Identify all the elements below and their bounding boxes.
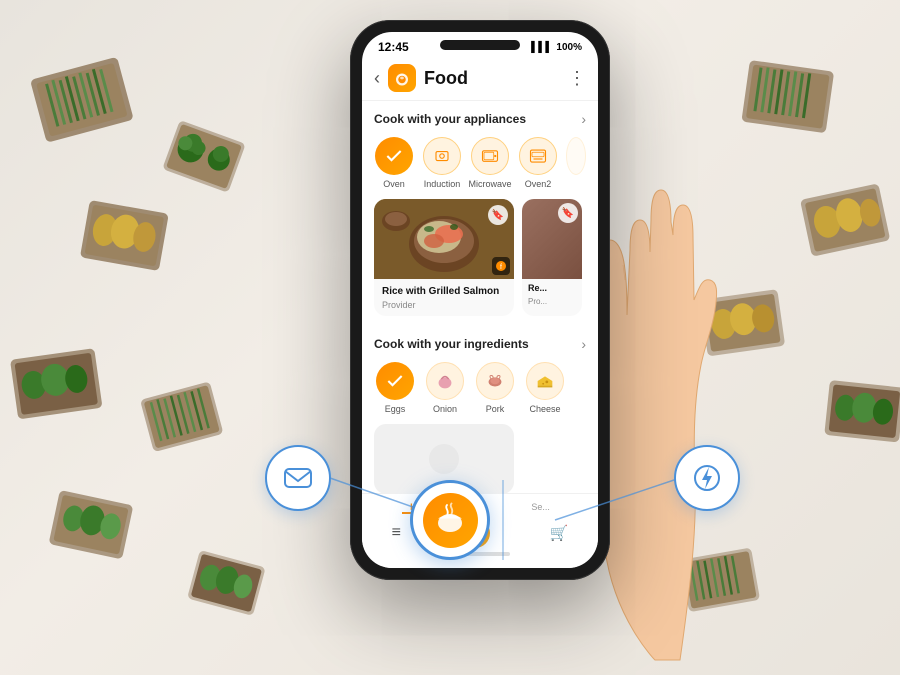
appliance-induction[interactable]: Induction <box>422 137 462 189</box>
appliances-arrow: › <box>581 111 586 127</box>
microwave-icon <box>471 137 509 175</box>
appliance-microwave[interactable]: Microwave <box>470 137 510 189</box>
oven2-label: Oven2 <box>525 179 552 189</box>
recipe-image-partial: 🔖 <box>522 199 582 279</box>
food-logo-icon <box>423 493 478 548</box>
recipes-row: 🔖 f Rice with Grilled Salmon Provider <box>362 199 598 326</box>
appliances-title: Cook with your appliances <box>374 112 526 126</box>
ingredients-row: Eggs Onion <box>362 358 598 424</box>
cart-icon[interactable]: 🛒 <box>550 524 569 542</box>
header-left: ‹ Food <box>374 64 468 92</box>
appliance-more <box>566 137 586 189</box>
cheese-icon <box>526 362 564 400</box>
ingredient-eggs[interactable]: Eggs <box>374 362 416 414</box>
appliances-section-header[interactable]: Cook with your appliances › <box>362 101 598 133</box>
ingredients-arrow: › <box>581 336 586 352</box>
ingredients-section-header[interactable]: Cook with your ingredients › <box>362 326 598 358</box>
onion-label: Onion <box>433 404 457 414</box>
recipe-card-salmon[interactable]: 🔖 f Rice with Grilled Salmon Provider <box>374 199 514 316</box>
onion-icon <box>426 362 464 400</box>
recipe-provider-salmon: Provider <box>382 300 506 310</box>
status-time: 12:45 <box>378 40 409 54</box>
more-recipes-row <box>362 424 598 504</box>
pork-icon <box>476 362 514 400</box>
appliance-oven2[interactable]: Oven2 <box>518 137 558 189</box>
app-title: Food <box>424 68 468 89</box>
appliances-row: Oven Induction <box>362 133 598 199</box>
back-button[interactable]: ‹ <box>374 69 380 87</box>
source-badge: f <box>492 257 510 275</box>
phone-device: 12:45 ▌▌▌ 100% ‹ <box>350 20 630 620</box>
recipe-info-salmon: Rice with Grilled Salmon Provider <box>374 279 514 316</box>
ingredient-cheese[interactable]: Cheese <box>524 362 566 414</box>
recipe-image-salmon: 🔖 f <box>374 199 514 279</box>
microwave-label: Microwave <box>469 179 512 189</box>
pork-label: Pork <box>486 404 505 414</box>
ingredients-title: Cook with your ingredients <box>374 337 529 351</box>
more-appliance-icon <box>566 137 586 175</box>
status-icons: ▌▌▌ 100% <box>531 42 582 53</box>
svg-text:f: f <box>500 264 502 271</box>
induction-label: Induction <box>424 179 461 189</box>
oven2-icon <box>519 137 557 175</box>
phone-screen: 12:45 ▌▌▌ 100% ‹ <box>362 32 598 568</box>
recipe-card-partial[interactable]: 🔖 Re... Pro... <box>522 199 582 316</box>
placeholder-circle <box>429 444 459 474</box>
cheese-label: Cheese <box>529 404 560 414</box>
signal-icon: ▌▌▌ <box>531 42 552 53</box>
recipe-name-partial: Re... <box>522 279 582 297</box>
appliance-oven[interactable]: Oven <box>374 137 414 189</box>
more-button[interactable]: ⋮ <box>568 68 586 89</box>
screen-content: Cook with your appliances › Oven <box>362 101 598 557</box>
bookmark-icon-2[interactable]: 🔖 <box>558 203 578 223</box>
recipe-name-salmon: Rice with Grilled Salmon <box>382 285 506 298</box>
food-app-logo <box>388 64 416 92</box>
menu-icon[interactable]: ≡ <box>392 524 401 542</box>
ingredient-onion[interactable]: Onion <box>424 362 466 414</box>
recipe-provider-partial: Pro... <box>522 297 582 310</box>
eggs-label: Eggs <box>385 404 406 414</box>
battery-icon: 100% <box>556 42 582 53</box>
floating-circle-right[interactable] <box>674 445 740 511</box>
ingredient-pork[interactable]: Pork <box>474 362 516 414</box>
oven-icon <box>375 137 413 175</box>
bookmark-icon[interactable]: 🔖 <box>488 205 508 225</box>
app-header: ‹ Food ⋮ <box>362 58 598 101</box>
oven-label: Oven <box>383 179 405 189</box>
nav-tab-search[interactable]: Se... <box>523 502 558 514</box>
floating-circle-left[interactable] <box>265 445 331 511</box>
central-food-logo[interactable] <box>410 480 490 560</box>
induction-icon <box>423 137 461 175</box>
phone-notch <box>440 40 520 50</box>
eggs-icon <box>376 362 414 400</box>
